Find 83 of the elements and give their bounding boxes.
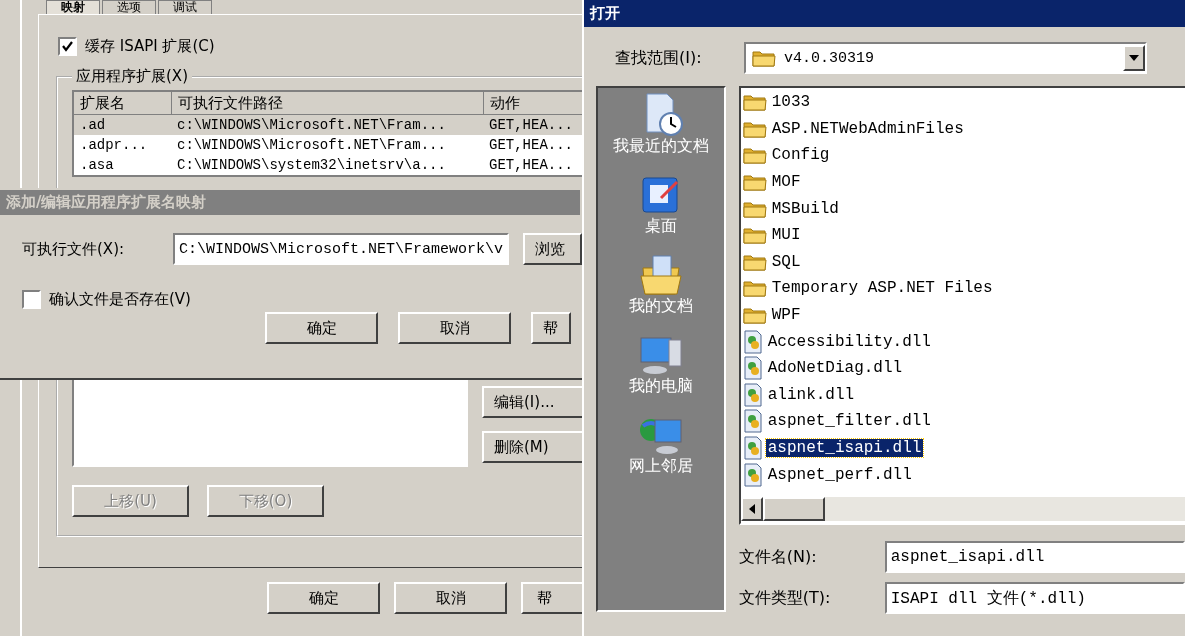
gear-file-icon — [742, 356, 763, 381]
button[interactable]: 确定 — [267, 582, 380, 614]
table-row[interactable]: .adpr... c:\WINDOWS\Microsoft.NET\Fram... GET,HEA... — [73, 135, 582, 155]
dropdown-value: v4.0.30319 — [784, 49, 875, 67]
group-label: 应用程序扩展(X) — [75, 67, 189, 86]
file-item[interactable]: MSBuild — [740, 195, 1185, 222]
places-item[interactable]: 桌面 — [638, 172, 683, 252]
column-header[interactable]: 可执行文件路径 — [171, 91, 483, 115]
left-arrow-icon — [748, 504, 755, 514]
file-item[interactable]: 1033 — [740, 89, 1185, 116]
table-cell: c:\WINDOWS\Microsoft.NET\Fram... — [171, 135, 483, 155]
button[interactable]: 确定 — [265, 312, 378, 344]
table-cell: GET,HEA... — [483, 135, 582, 155]
dropdown-button[interactable] — [1123, 45, 1145, 71]
table-cell: GET,HEA... — [483, 114, 582, 135]
file-item[interactable]: MOF — [740, 168, 1185, 196]
file-item[interactable]: Accessibility.dll — [740, 328, 1185, 355]
folder-icon — [752, 48, 776, 68]
table-row[interactable]: .ad c:\WINDOWS\Microsoft.NET\Fram... GET,HEA... — [73, 114, 582, 135]
button[interactable]: 取消 — [398, 312, 511, 344]
places-item[interactable]: 我的电脑 — [628, 332, 693, 412]
column-header[interactable]: 扩展名 — [73, 91, 171, 115]
gear-file-icon — [742, 329, 763, 354]
location-dropdown[interactable]: v4.0.30319 — [744, 42, 1147, 74]
folder-icon — [742, 225, 767, 246]
button[interactable]: 删除(M) — [482, 431, 582, 463]
button[interactable]: 帮 — [521, 582, 582, 614]
tab[interactable]: 选项 — [102, 0, 156, 14]
table-cell: .asa — [73, 155, 171, 176]
checkbox[interactable] — [22, 289, 41, 309]
folder-icon — [742, 172, 767, 193]
checkbox-label: 缓存 ISAPI 扩展(C) — [85, 36, 215, 56]
gear-file-icon — [742, 436, 763, 460]
file-item[interactable]: aspnet_isapi.dll — [740, 434, 1185, 462]
folder-icon — [742, 305, 767, 326]
table-row[interactable]: .asa C:\WINDOWS\system32\inetsrv\a... GET,HEA... — [73, 155, 582, 176]
file-item[interactable]: Aspnet_perf.dll — [740, 461, 1185, 488]
places-item[interactable]: 我的文档 — [628, 252, 693, 332]
input-field[interactable]: C:\WINDOWS\Microsoft.NET\Framework\v — [173, 233, 509, 265]
title-bar: 添加/编辑应用程序扩展名映射 — [0, 190, 580, 215]
gear-file-icon — [742, 409, 763, 434]
field-label: 文件名(N): — [738, 546, 818, 568]
button[interactable]: 取消 — [394, 582, 507, 614]
file-item[interactable]: ASP.NETWebAdminFiles — [740, 115, 1185, 143]
horizontal-scrollbar[interactable] — [740, 497, 1185, 521]
places-item[interactable]: 网上邻居 — [628, 412, 693, 492]
column-header[interactable]: 动作 — [483, 91, 582, 115]
gear-file-icon — [742, 462, 763, 487]
tab[interactable]: 映射 — [46, 0, 100, 14]
folder-icon — [742, 145, 767, 166]
file-item[interactable]: Config — [740, 142, 1185, 169]
button[interactable]: 编辑(I)... — [482, 386, 582, 418]
file-item[interactable]: AdoNetDiag.dll — [740, 354, 1185, 382]
button[interactable]: 帮 — [531, 312, 571, 344]
table-cell: c:\WINDOWS\Microsoft.NET\Fram... — [171, 114, 483, 135]
checkbox[interactable] — [58, 36, 77, 56]
file-type-dropdown[interactable]: ISAPI dll 文件(*.dll) — [884, 582, 1185, 614]
file-item[interactable]: MUI — [740, 221, 1185, 249]
table-cell: GET,HEA... — [483, 155, 582, 176]
title-bar: 打开 — [584, 0, 1185, 27]
table-cell: .ad — [73, 114, 171, 135]
file-item[interactable]: WPF — [740, 301, 1185, 329]
tab[interactable]: 调试 — [158, 0, 212, 14]
file-item[interactable]: aspnet_filter.dll — [740, 408, 1185, 435]
table-cell: C:\WINDOWS\system32\inetsrv\a... — [171, 155, 483, 176]
places-item[interactable]: 我最近的文档 — [612, 92, 709, 172]
file-item[interactable]: SQL — [740, 248, 1185, 276]
button[interactable]: 浏览 — [522, 233, 582, 265]
folder-icon — [742, 92, 767, 113]
gear-file-icon — [742, 382, 763, 407]
check-icon — [61, 40, 74, 52]
field-label: 文件类型(T): — [738, 587, 832, 609]
documents-folder-icon — [638, 252, 683, 296]
caret-icon — [1129, 55, 1139, 61]
field-label: 查找范围(I): — [615, 47, 703, 69]
file-item[interactable]: Temporary ASP.NET Files — [740, 275, 1185, 302]
scrollbar-thumb[interactable] — [762, 497, 825, 521]
folder-icon — [742, 278, 767, 299]
input-field[interactable]: aspnet_isapi.dll — [884, 541, 1185, 573]
file-item[interactable]: alink.dll — [740, 381, 1185, 409]
field-label: 可执行文件(X): — [22, 239, 126, 259]
checkbox-label: 确认文件是否存在(V) — [49, 289, 191, 309]
table-cell: .adpr... — [73, 135, 171, 155]
